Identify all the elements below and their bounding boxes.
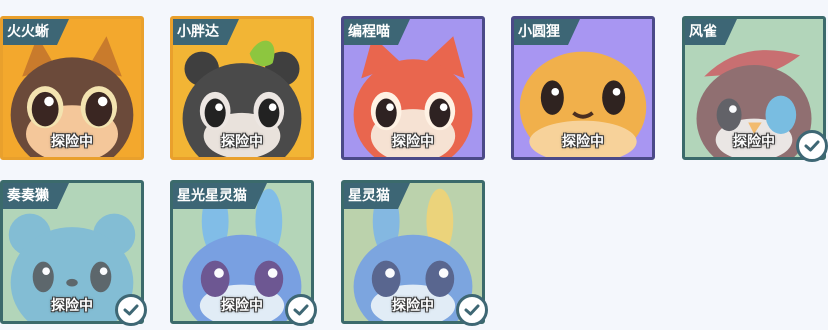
pet-name-tag: 星光星灵猫 (173, 183, 267, 209)
check-circle-icon (456, 294, 488, 326)
pet-card-4[interactable]: 小圆狸 探险中 (511, 16, 655, 160)
pet-card-1[interactable]: 火火蜥 探险中 (0, 16, 144, 160)
check-circle-icon (115, 294, 147, 326)
status-label: 探险中 (221, 134, 263, 150)
status-label: 探险中 (51, 134, 93, 150)
pet-card-2[interactable]: 小胖达 探险中 (170, 16, 314, 160)
check-circle-icon (285, 294, 317, 326)
check-circle-icon (796, 130, 828, 162)
status-label: 探险中 (562, 134, 604, 150)
status-label: 探险中 (392, 134, 434, 150)
pet-card-3[interactable]: 编程喵 探险中 (341, 16, 485, 160)
